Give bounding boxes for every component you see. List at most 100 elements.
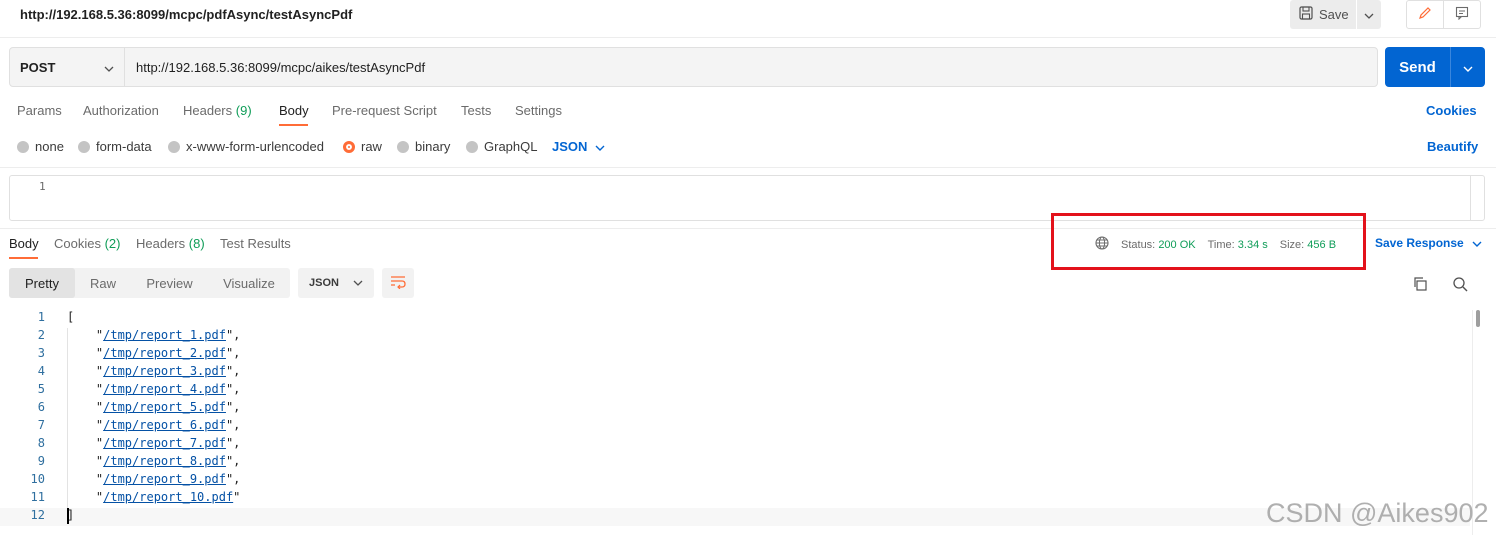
wrap-lines-icon [390,275,406,292]
radio-dot [466,140,478,153]
json-string-link[interactable]: /tmp/report_5.pdf [103,400,226,414]
send-button[interactable]: Send [1385,47,1451,87]
code-text: "/tmp/report_1.pdf", [67,328,241,342]
documentation-button[interactable] [1444,1,1480,28]
response-view-modes: Pretty Raw Preview Visualize [9,268,290,298]
response-status-info: Status: 200 OK Time: 3.34 s Size: 456 B [1095,236,1336,253]
code-line: 4 "/tmp/report_3.pdf", [0,364,1470,382]
copy-icon[interactable] [1412,276,1428,295]
code-text: "/tmp/report_8.pdf", [67,454,241,468]
request-name[interactable]: http://192.168.5.36:8099/mcpc/pdfAsync/t… [20,7,352,22]
save-label: Save [1319,7,1349,22]
save-response-label: Save Response [1375,236,1464,250]
tab-pre-request-script[interactable]: Pre-request Script [332,103,437,118]
json-string-link[interactable]: /tmp/report_6.pdf [103,418,226,432]
json-string-link[interactable]: /tmp/report_7.pdf [103,436,226,450]
save-options-button[interactable] [1357,0,1381,29]
code-line: 10 "/tmp/report_9.pdf", [0,472,1470,490]
radio-binary[interactable]: binary [397,139,450,154]
editor-scrollbar[interactable] [1470,176,1484,220]
response-format-select[interactable]: JSON [298,268,374,298]
divider [0,167,1496,168]
response-tab-cookies[interactable]: Cookies (2) [54,236,120,251]
radio-raw[interactable]: raw [343,139,382,154]
tab-settings[interactable]: Settings [515,103,562,118]
view-raw[interactable]: Raw [75,268,131,298]
active-tab-indicator [9,257,38,259]
code-line: 12] [0,508,1470,526]
radio-dot [168,140,180,153]
save-response-button[interactable]: Save Response [1375,236,1482,250]
code-line: 3 "/tmp/report_2.pdf", [0,346,1470,364]
json-string-link[interactable]: /tmp/report_10.pdf [103,490,233,504]
code-text: "/tmp/report_2.pdf", [67,346,241,360]
edit-mode-button[interactable] [1407,1,1444,28]
radio-graphql[interactable]: GraphQL [466,139,537,154]
request-tabs: Params Authorization Headers (9) Body Pr… [0,96,1496,126]
json-string-link[interactable]: /tmp/report_8.pdf [103,454,226,468]
watermark: CSDN @Aikes902 [1266,498,1489,528]
code-text: "/tmp/report_9.pdf", [67,472,241,486]
line-number: 3 [37,346,45,360]
send-options-button[interactable] [1451,47,1485,87]
tab-body[interactable]: Body [279,103,309,118]
code-text: "/tmp/report_3.pdf", [67,364,241,378]
body-type-selector: none form-data x-www-form-urlencoded raw… [0,134,1496,160]
raw-language-select[interactable]: JSON [552,139,605,154]
status-value: 200 OK [1158,238,1196,251]
tab-params[interactable]: Params [17,103,62,118]
json-string-link[interactable]: /tmp/report_9.pdf [103,472,226,486]
editor-mode-toggle [1406,0,1481,29]
view-pretty[interactable]: Pretty [9,268,75,298]
chevron-down-icon [595,139,605,154]
json-string-link[interactable]: /tmp/report_2.pdf [103,346,226,360]
tab-authorization[interactable]: Authorization [83,103,159,118]
tab-headers[interactable]: Headers (9) [183,103,252,118]
view-preview[interactable]: Preview [131,268,208,298]
radio-form-data[interactable]: form-data [78,139,152,154]
size-text: Size: 456 B [1279,238,1337,251]
json-string-link[interactable]: /tmp/report_1.pdf [103,328,226,342]
line-number: 1 [37,310,45,324]
response-tab-headers[interactable]: Headers (8) [136,236,205,251]
save-button[interactable]: Save [1290,0,1356,29]
method-select[interactable]: POST [10,48,125,86]
url-bar: POST [9,47,1378,87]
response-scrollbar[interactable] [1476,310,1480,327]
code-line: 6 "/tmp/report_5.pdf", [0,400,1470,418]
json-string-link[interactable]: /tmp/report_3.pdf [103,364,226,378]
code-line: 9 "/tmp/report_8.pdf", [0,454,1470,472]
line-number: 11 [30,490,45,504]
save-icon [1299,6,1313,23]
tab-tests[interactable]: Tests [461,103,491,118]
code-text: "/tmp/report_7.pdf", [67,436,241,450]
code-line: 8 "/tmp/report_7.pdf", [0,436,1470,454]
radio-dot-selected [343,140,355,153]
response-tab-body[interactable]: Body [9,236,39,251]
code-line: 1[ [0,310,1470,328]
wrap-lines-button[interactable] [382,268,414,298]
line-number: 8 [37,436,45,450]
code-line: 5 "/tmp/report_4.pdf", [0,382,1470,400]
chevron-down-icon [104,60,114,75]
radio-x-www-form-urlencoded[interactable]: x-www-form-urlencoded [168,139,324,154]
line-number: 4 [37,364,45,378]
comment-icon [1455,6,1469,23]
line-number: 12 [30,508,45,522]
code-text: "/tmp/report_6.pdf", [67,418,241,432]
line-number: 5 [37,382,45,396]
code-line: 11 "/tmp/report_10.pdf" [0,490,1470,508]
code-text: "/tmp/report_4.pdf", [67,382,241,396]
view-visualize[interactable]: Visualize [208,268,290,298]
radio-none[interactable]: none [17,139,64,154]
cookies-link[interactable]: Cookies [1426,103,1477,118]
chevron-down-icon [353,277,363,289]
json-string-link[interactable]: /tmp/report_4.pdf [103,382,226,396]
globe-icon[interactable] [1095,236,1109,253]
code-text: "/tmp/report_5.pdf", [67,400,241,414]
chevron-down-icon [1463,60,1473,75]
url-input[interactable] [125,48,1377,86]
beautify-link[interactable]: Beautify [1427,139,1478,154]
search-icon[interactable] [1452,276,1468,295]
response-tab-test-results[interactable]: Test Results [220,236,291,251]
